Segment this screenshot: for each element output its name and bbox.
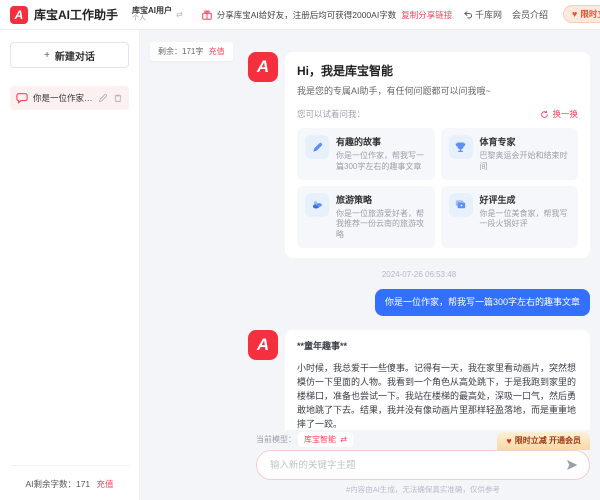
trash-icon	[113, 93, 123, 103]
edit-chat-button[interactable]	[98, 93, 108, 103]
refresh-suggestions-button[interactable]: 换一换	[540, 108, 578, 120]
suggestion-hint: 您可以试着问我：	[297, 108, 365, 120]
current-model-label: 当前模型：	[256, 434, 296, 445]
app-header: A 库宝AI工作助手 库宝AI用户 个人 ⇄ 分享库宝AI给好友，注册后均可获得…	[0, 0, 600, 30]
ai-disclaimer: #内容由AI生成，无法确保真实准确，仅供参考	[256, 484, 590, 495]
membership-promo-badge[interactable]: ♥ 限时立减 开通会员	[497, 432, 590, 450]
suggestion-grid: 有趣的故事 你是一位作家，帮我写一篇300字左右的趣事文章	[297, 128, 578, 248]
remaining-label: 剩余：171字	[158, 47, 203, 56]
ai-paragraph: 小时候，我总爱干一些傻事。记得有一天，我在家里看动画片，突然想模仿一下里面的人物…	[297, 362, 578, 432]
user-name: 库宝AI用户	[132, 6, 172, 15]
user-message-row: 你是一位作家，帮我写一篇300字左右的趣事文章	[248, 289, 590, 317]
app-logo-icon: A	[10, 6, 28, 24]
membership-link[interactable]: 会员介绍	[512, 8, 548, 21]
heart-badge-icon: ♥	[572, 9, 577, 19]
send-button[interactable]	[561, 454, 583, 476]
user-type: 个人	[132, 15, 172, 23]
suggestion-sports-expert[interactable]: 体育专家 巴黎奥运会开始和结束时间	[441, 128, 579, 180]
travel-icon	[305, 193, 329, 217]
pen-icon	[305, 135, 329, 159]
swap-icon: ⇄	[340, 435, 347, 444]
sidebar-footer: AI剩余字数：171 充值	[10, 465, 129, 490]
sidebar-recharge-link[interactable]: 充值	[97, 479, 114, 489]
message-input-container	[256, 450, 590, 480]
message-timestamp: 2024-07-26 06:53:48	[248, 270, 590, 279]
app-title: 库宝AI工作助手	[34, 6, 118, 23]
site-home-link[interactable]: 千库网	[463, 8, 502, 21]
main-recharge-link[interactable]: 充值	[209, 47, 225, 56]
suggestion-funny-story[interactable]: 有趣的故事 你是一位作家，帮我写一篇300字左右的趣事文章	[297, 128, 435, 180]
greeting-title: Hi，我是库宝智能	[297, 62, 578, 79]
ai-avatar: A	[248, 52, 278, 82]
user-message-bubble: 你是一位作家，帮我写一篇300字左右的趣事文章	[375, 289, 590, 317]
swap-icon: ⇄	[176, 10, 183, 19]
send-icon	[565, 458, 579, 472]
greeting-message: A Hi，我是库宝智能 我是您的专属AI助手，有任何问题都可以问我哦~ 您可以试…	[248, 52, 590, 258]
pencil-icon	[98, 93, 108, 103]
greeting-subtitle: 我是您的专属AI助手，有任何问题都可以问我哦~	[297, 84, 578, 97]
refresh-icon	[540, 110, 549, 119]
gift-icon	[201, 9, 213, 21]
ai-avatar: A	[248, 330, 278, 360]
greeting-card: Hi，我是库宝智能 我是您的专属AI助手，有任何问题都可以问我哦~ 您可以试着问…	[285, 52, 590, 258]
chat-item-title: 你是一位作家，帮...	[33, 92, 93, 104]
heart-badge-icon: ♥	[506, 436, 511, 446]
chat-history-item[interactable]: 你是一位作家，帮...	[10, 86, 129, 110]
suggestion-review-generate[interactable]: 好评生成 你是一位美食家，帮我写一段火锅好评	[441, 186, 579, 248]
return-arrow-icon	[463, 10, 473, 20]
remaining-words-label: AI剩余字数：171	[25, 479, 90, 489]
trophy-icon	[449, 135, 473, 159]
model-selector[interactable]: 库宝智能 ⇄	[298, 432, 353, 447]
plus-icon: +	[44, 50, 50, 61]
review-icon	[449, 193, 473, 217]
message-input[interactable]	[270, 460, 561, 471]
ai-message-title: **童年趣事**	[297, 340, 578, 354]
chat-bubble-icon	[16, 92, 28, 104]
sidebar: + 新建对话 你是一位作家，帮...	[0, 30, 140, 500]
user-switcher[interactable]: 库宝AI用户 个人 ⇄	[132, 6, 183, 23]
share-banner-text: 分享库宝AI给好友，注册后均可获得2000AI字数	[217, 9, 396, 21]
suggestion-travel-strategy[interactable]: 旅游策略 你是一位旅游爱好者，帮我推荐一份云南的旅游攻略	[297, 186, 435, 248]
share-banner: 分享库宝AI给好友，注册后均可获得2000AI字数 复制分享链接	[201, 9, 453, 21]
copy-share-link[interactable]: 复制分享链接	[401, 9, 452, 21]
delete-chat-button[interactable]	[113, 93, 123, 103]
remaining-pill: 剩余：171字 充值	[150, 42, 233, 61]
composer-area: 当前模型： 库宝智能 ⇄ ♥ 限时立减 开通会员	[140, 430, 600, 500]
header-promo-button[interactable]: ♥ 限时立减	[563, 5, 600, 23]
new-chat-button[interactable]: + 新建对话	[10, 42, 129, 68]
chat-main: 剩余：171字 充值 A Hi，我是库宝智能 我是您的专属AI助手，有任何问题都…	[140, 30, 600, 500]
